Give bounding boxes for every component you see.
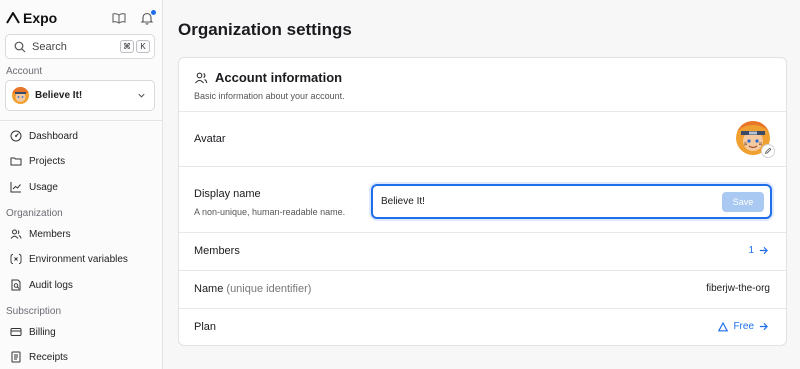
sidebar-item-dashboard[interactable]: Dashboard xyxy=(10,128,78,144)
display-name-label: Display name xyxy=(194,188,261,200)
sidebar-item-billing[interactable]: Billing xyxy=(10,324,56,340)
folder-icon xyxy=(10,157,22,166)
brand-name: Expo xyxy=(23,10,58,26)
credit-card-icon xyxy=(10,328,22,336)
members-row[interactable]: Members 1 xyxy=(179,233,786,271)
name-label: Name (unique identifier) xyxy=(194,283,311,295)
expo-logo[interactable]: Expo xyxy=(6,10,57,26)
sidebar-item-label: Environment variables xyxy=(29,253,128,265)
sidebar-item-environment-variables[interactable]: Environment variables xyxy=(10,251,128,267)
name-label-text: Name xyxy=(194,283,224,295)
plan-value: Free xyxy=(733,321,754,332)
arrow-right-icon xyxy=(759,322,768,331)
sidebar-item-label: Dashboard xyxy=(29,130,78,142)
subscription-section-label: Subscription xyxy=(6,306,62,317)
name-label-hint: (unique identifier) xyxy=(226,283,312,295)
sidebar: Expo Search ⌘ K Account Believe It! Dash… xyxy=(0,0,163,369)
chart-line-icon xyxy=(10,182,21,193)
members-count-link[interactable]: 1 xyxy=(748,245,768,256)
name-row: Name (unique identifier) fiberjw-the-org xyxy=(179,271,786,309)
plan-row[interactable]: Plan Free xyxy=(179,309,786,345)
card-title-text: Account information xyxy=(215,70,343,85)
organization-avatar[interactable] xyxy=(736,121,775,158)
card-header: Account information Basic information ab… xyxy=(179,58,786,112)
display-name-field[interactable]: Save xyxy=(371,184,772,219)
avatar-row: Avatar xyxy=(179,112,786,167)
save-button[interactable]: Save xyxy=(722,191,764,212)
shortcut-key-k: K xyxy=(136,40,150,53)
sidebar-header: Expo xyxy=(6,8,156,28)
search-placeholder: Search xyxy=(32,40,67,53)
name-value: fiberjw-the-org xyxy=(706,283,770,294)
docs-book-icon[interactable] xyxy=(112,11,126,25)
card-subtitle: Basic information about your account. xyxy=(194,91,345,101)
variable-icon xyxy=(10,254,22,264)
sidebar-item-projects[interactable]: Projects xyxy=(10,153,65,169)
sidebar-item-label: Projects xyxy=(29,155,66,167)
receipt-icon xyxy=(11,351,21,363)
sidebar-item-label: Members xyxy=(29,228,71,240)
sidebar-divider xyxy=(0,120,163,121)
sidebar-item-usage[interactable]: Usage xyxy=(10,179,58,195)
account-section-label: Account xyxy=(6,66,43,77)
display-name-help: A non-unique, human-readable name. xyxy=(194,207,346,217)
account-name: Believe It! xyxy=(35,90,83,101)
users-icon xyxy=(10,229,22,239)
search-icon xyxy=(14,41,26,52)
arrow-right-icon xyxy=(759,246,768,255)
pencil-icon xyxy=(765,147,772,154)
account-switcher[interactable]: Believe It! xyxy=(5,80,155,111)
display-name-row: Display name A non-unique, human-readabl… xyxy=(179,167,786,233)
audit-log-icon xyxy=(11,279,21,291)
notifications-bell-icon[interactable] xyxy=(140,10,156,25)
plan-label: Plan xyxy=(194,321,217,333)
dashboard-icon xyxy=(10,130,22,142)
sidebar-item-receipts[interactable]: Receipts xyxy=(10,349,68,365)
members-count: 1 xyxy=(748,245,754,256)
sidebar-item-label: Audit logs xyxy=(29,279,73,291)
notification-dot xyxy=(151,10,156,15)
users-icon xyxy=(195,72,208,83)
sidebar-item-label: Billing xyxy=(29,326,56,338)
sidebar-item-label: Receipts xyxy=(29,351,68,363)
chevron-down-icon xyxy=(138,93,145,98)
triangle-icon xyxy=(718,321,729,331)
account-information-card: Account information Basic information ab… xyxy=(178,57,787,346)
sidebar-item-members[interactable]: Members xyxy=(10,226,71,242)
sidebar-item-audit-logs[interactable]: Audit logs xyxy=(10,277,73,293)
organization-section-label: Organization xyxy=(6,208,63,219)
edit-avatar-button[interactable] xyxy=(761,144,775,158)
plan-link[interactable]: Free xyxy=(718,321,768,332)
members-label: Members xyxy=(194,245,240,257)
display-name-input[interactable] xyxy=(381,196,722,207)
shortcut-key-cmd: ⌘ xyxy=(120,40,134,53)
expo-logo-icon xyxy=(6,12,20,24)
account-avatar xyxy=(12,87,29,104)
search-input[interactable]: Search ⌘ K xyxy=(5,34,155,59)
card-title: Account information xyxy=(194,70,342,85)
sidebar-item-label: Usage xyxy=(29,181,58,193)
avatar-label: Avatar xyxy=(194,133,226,145)
